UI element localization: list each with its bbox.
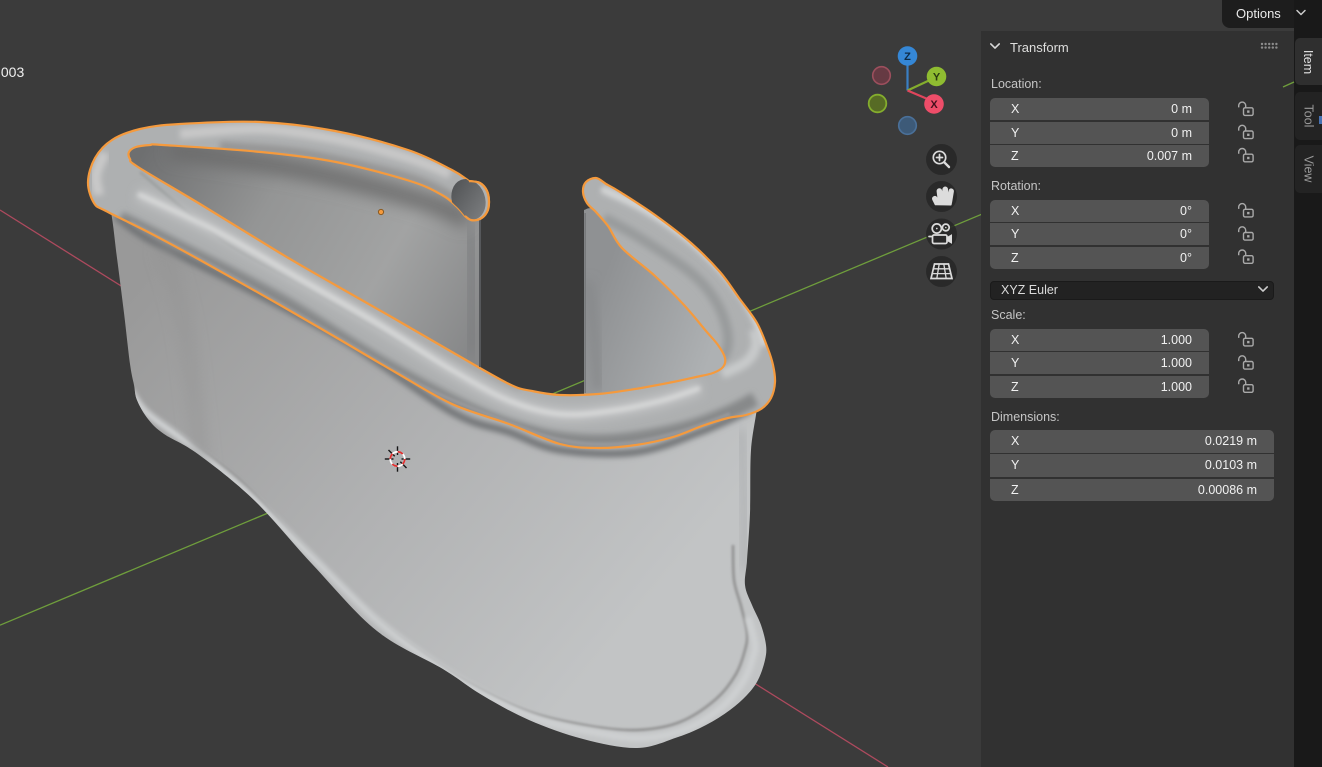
svg-text:Y: Y	[933, 72, 941, 84]
svg-text:X: X	[930, 99, 938, 111]
svg-text:Z: Z	[904, 51, 911, 63]
